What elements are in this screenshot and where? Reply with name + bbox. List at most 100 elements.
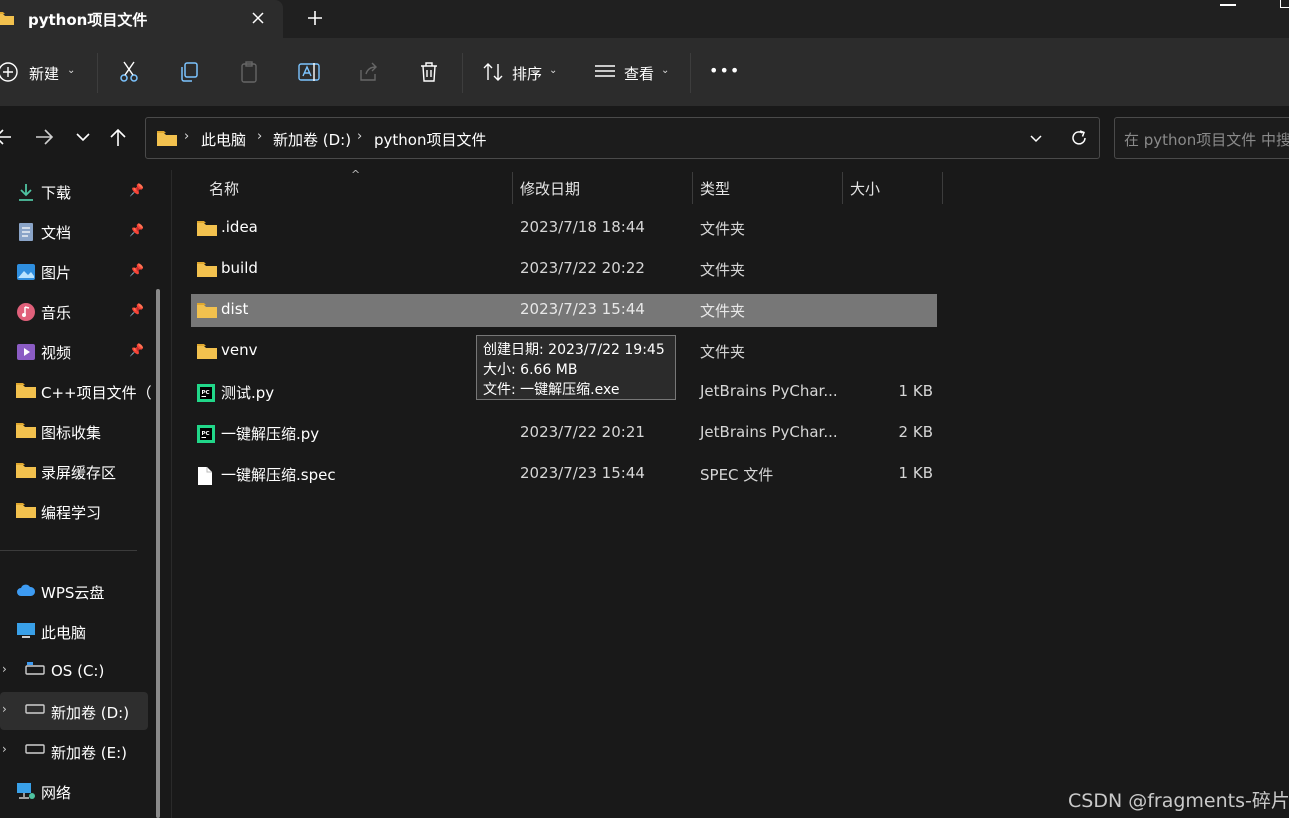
sidebar-item-label: 视频 — [41, 344, 72, 362]
sidebar-item-documents[interactable]: 文档 📌 — [0, 212, 148, 250]
rename-icon[interactable] — [297, 60, 321, 84]
document-icon — [16, 222, 36, 242]
divider — [690, 53, 691, 93]
sort-button[interactable]: 排序 ⌄ — [478, 38, 568, 106]
sidebar-item-label: 编程学习 — [41, 504, 102, 522]
maximize-icon[interactable] — [1280, 0, 1289, 8]
folder-icon — [197, 220, 217, 238]
file-name: .idea — [221, 218, 258, 236]
file-type: JetBrains PyChar... — [700, 382, 838, 400]
close-tab-icon[interactable] — [248, 8, 268, 28]
tab-python-folder[interactable]: python项目文件 — [0, 0, 283, 38]
paste-icon[interactable] — [237, 60, 261, 84]
forward-icon[interactable] — [34, 127, 54, 151]
sort-label: 排序 — [512, 65, 543, 83]
expand-chevron-icon[interactable]: › — [2, 742, 7, 756]
column-divider[interactable] — [842, 172, 843, 204]
breadcrumb-python-folder[interactable]: python项目文件 — [374, 129, 486, 150]
sort-ascending-icon: ^ — [351, 168, 361, 181]
column-header-size[interactable]: 大小 — [850, 178, 880, 199]
file-row-idea[interactable]: .idea 2023/7/18 18:44 文件夹 — [191, 212, 937, 245]
recent-locations-icon[interactable] — [74, 128, 92, 150]
sidebar-item-music[interactable]: 音乐 📌 — [0, 292, 148, 330]
sidebar-item-recording-cache[interactable]: 录屏缓存区 — [0, 452, 148, 490]
sidebar-item-this-pc[interactable]: 此电脑 — [0, 612, 148, 650]
file-row-extract-py[interactable]: PC 一键解压缩.py 2023/7/22 20:21 JetBrains Py… — [191, 417, 937, 450]
cut-icon[interactable] — [117, 60, 141, 84]
breadcrumb-chevron-icon: › — [257, 129, 263, 144]
new-button[interactable]: 新建 ⌄ — [0, 38, 90, 106]
sidebar-item-cpp-projects[interactable]: C++项目文件（ — [0, 372, 152, 410]
file-date: 2023/7/18 18:44 — [520, 218, 645, 236]
column-header-date[interactable]: 修改日期 — [520, 178, 580, 199]
chevron-down-icon: ⌄ — [67, 65, 76, 76]
column-header-name[interactable]: 名称 — [209, 178, 239, 199]
tooltip-created: 创建日期: 2023/7/22 19:45 — [483, 342, 665, 358]
pin-icon[interactable]: 📌 — [129, 343, 144, 357]
column-header-type[interactable]: 类型 — [700, 178, 730, 199]
column-divider[interactable] — [512, 172, 513, 204]
folder-icon — [0, 11, 14, 29]
sidebar-item-network[interactable]: 网络 — [0, 772, 148, 810]
sidebar-item-icon-collection[interactable]: 图标收集 — [0, 412, 148, 450]
breadcrumb-chevron-icon: › — [357, 129, 363, 144]
folder-icon — [197, 261, 217, 279]
sort-icon — [481, 60, 505, 84]
sidebar-item-drive-e[interactable]: › 新加卷 (E:) — [0, 732, 148, 770]
file-row-build[interactable]: build 2023/7/22 20:22 文件夹 — [191, 253, 937, 286]
sidebar-item-label: 音乐 — [41, 304, 72, 322]
expand-chevron-icon[interactable]: › — [2, 662, 7, 676]
sidebar-item-drive-d[interactable]: › 新加卷 (D:) — [0, 692, 148, 730]
address-bar[interactable]: › 此电脑 › 新加卷 (D:) › python项目文件 — [145, 117, 1100, 159]
file-date: 2023/7/23 15:44 — [520, 300, 645, 318]
pin-icon[interactable]: 📌 — [129, 303, 144, 317]
more-options-icon[interactable]: ••• — [709, 61, 740, 80]
sidebar-item-programming-study[interactable]: 编程学习 — [0, 492, 148, 530]
share-icon[interactable] — [357, 60, 381, 84]
file-row-dist[interactable]: dist 2023/7/23 15:44 文件夹 — [191, 294, 937, 327]
copy-icon[interactable] — [177, 60, 201, 84]
file-type: 文件夹 — [700, 302, 746, 320]
address-history-chevron-icon[interactable] — [1028, 130, 1044, 150]
column-divider[interactable] — [692, 172, 693, 204]
back-icon[interactable] — [0, 127, 12, 151]
sidebar-item-pictures[interactable]: 图片 📌 — [0, 252, 148, 290]
refresh-icon[interactable] — [1069, 128, 1089, 152]
pin-icon[interactable]: 📌 — [129, 183, 144, 197]
up-icon[interactable] — [108, 127, 128, 151]
delete-icon[interactable] — [417, 60, 441, 84]
pin-icon[interactable]: 📌 — [129, 223, 144, 237]
sidebar-item-label: 新加卷 (D:) — [51, 704, 130, 722]
sidebar-item-videos[interactable]: 视频 📌 — [0, 332, 148, 370]
sidebar-item-label: OS (C:) — [51, 662, 105, 680]
expand-chevron-icon[interactable]: › — [2, 702, 7, 716]
sidebar-item-label: WPS云盘 — [41, 584, 105, 602]
breadcrumb-drive-d[interactable]: 新加卷 (D:) — [273, 129, 351, 150]
file-type: SPEC 文件 — [700, 466, 774, 484]
sidebar-scrollbar[interactable] — [156, 289, 160, 818]
file-row-extract-spec[interactable]: 一键解压缩.spec 2023/7/23 15:44 SPEC 文件 1 KB — [191, 458, 937, 491]
sidebar-item-wps-cloud[interactable]: WPS云盘 — [0, 572, 148, 610]
watermark: CSDN @fragments-碎片 — [1068, 790, 1289, 812]
file-tooltip: 创建日期: 2023/7/22 19:45 大小: 6.66 MB 文件: 一键… — [476, 335, 676, 400]
sidebar-item-downloads[interactable]: 下载 📌 — [0, 172, 148, 210]
file-type: 文件夹 — [700, 261, 746, 279]
drive-icon — [25, 702, 45, 722]
sidebar-divider — [0, 550, 137, 551]
minimize-icon[interactable] — [1220, 4, 1236, 6]
sidebar-item-drive-c[interactable]: › OS (C:) — [0, 652, 148, 690]
chevron-down-icon: ⌄ — [549, 65, 558, 76]
video-icon — [16, 342, 36, 362]
new-tab-icon[interactable] — [305, 8, 325, 28]
search-placeholder: 在 python项目文件 中搜索 — [1124, 131, 1289, 149]
tab-title: python项目文件 — [28, 11, 148, 29]
pin-icon[interactable]: 📌 — [129, 263, 144, 277]
file-size: 1 KB — [898, 382, 933, 400]
view-label: 查看 — [624, 65, 655, 83]
file-name: 测试.py — [221, 384, 275, 402]
folder-icon — [16, 422, 36, 442]
search-box[interactable]: 在 python项目文件 中搜索 — [1114, 117, 1289, 159]
breadcrumb-this-pc[interactable]: 此电脑 — [201, 129, 246, 150]
column-divider[interactable] — [942, 172, 943, 204]
view-button[interactable]: 查看 ⌄ — [590, 38, 680, 106]
